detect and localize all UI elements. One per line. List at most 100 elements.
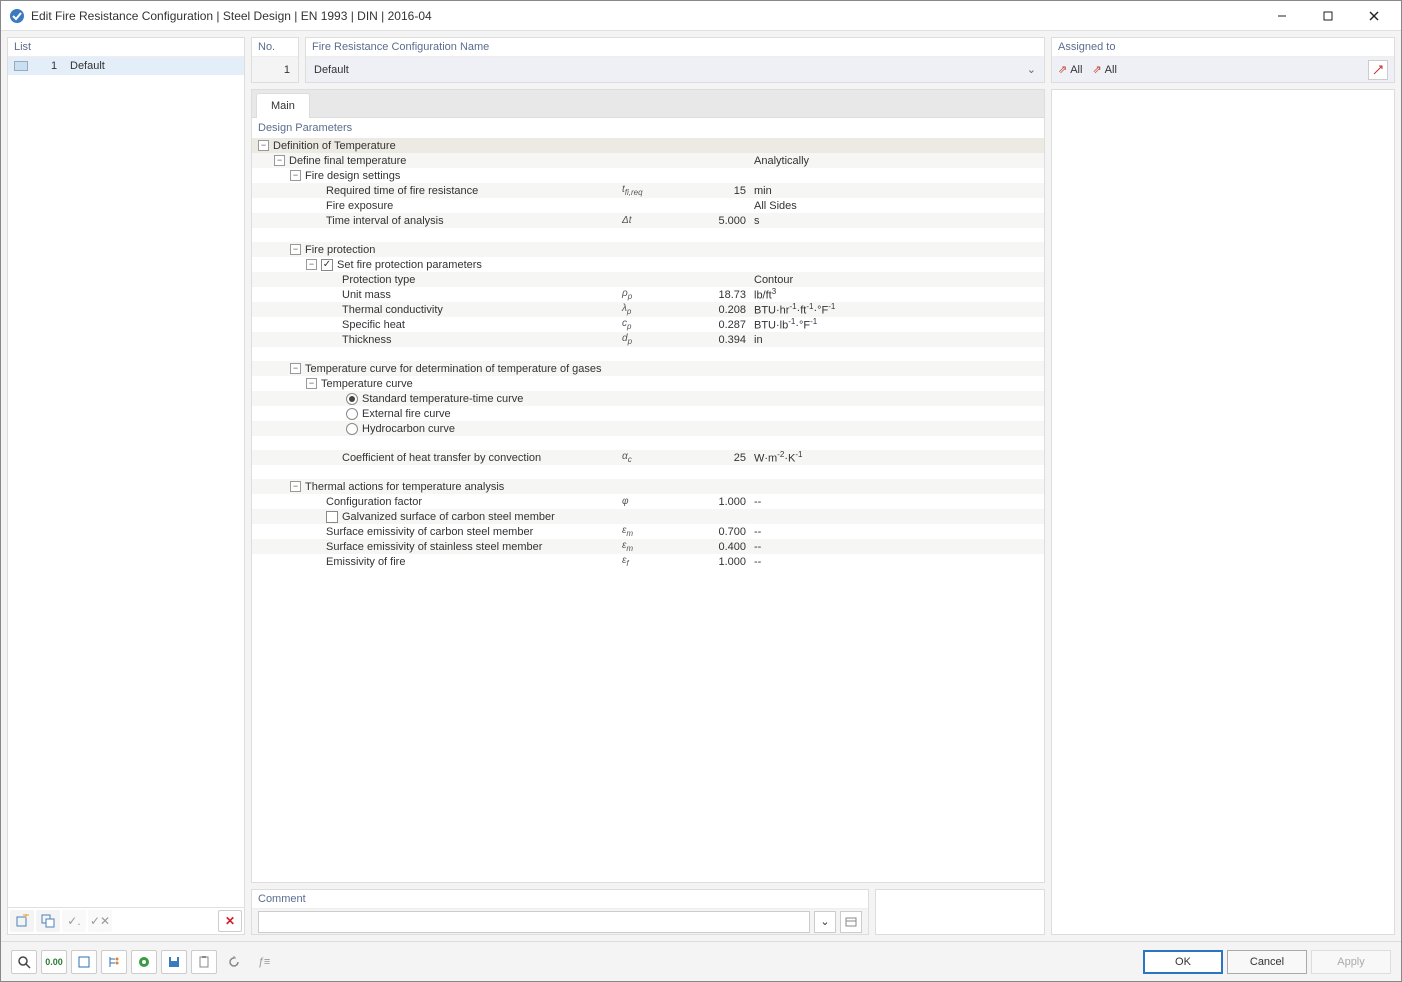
row-thickness[interactable]: Thickness dp 0.394 in [252,332,1044,347]
name-panel: Fire Resistance Configuration Name Defau… [305,37,1045,83]
assigned-members[interactable]: ⇗ All [1058,63,1082,76]
row-curve-hydrocarbon[interactable]: Hydrocarbon curve [252,421,1044,436]
radio-standard-curve[interactable] [346,393,358,405]
spacer [252,228,1044,242]
info-panel [1051,89,1395,935]
set-fire-params-checkbox[interactable]: ✓ [321,259,333,271]
name-value: Default [314,64,349,76]
row-temp-curve: −Temperature curve [252,376,1044,391]
close-button[interactable] [1351,1,1397,31]
assigned-pick-button[interactable] [1368,60,1388,80]
number-panel: No. 1 [251,37,299,83]
row-define-final-temp[interactable]: −Define final temperature Analytically [252,153,1044,168]
comment-panel: Comment ⌄ [251,889,869,935]
delete-button[interactable]: ✕ [218,910,242,932]
exclude-button[interactable]: ✓✕ [88,910,112,932]
collapse-icon[interactable]: − [290,363,301,374]
row-fire-protection: −Fire protection [252,242,1044,257]
row-fire-design-settings: −Fire design settings [252,168,1044,183]
list-item[interactable]: 1 Default [8,57,244,75]
member-icon: ⇗ [1058,63,1067,76]
assigned-header: Assigned to [1052,38,1394,57]
collapse-icon[interactable]: − [258,140,269,151]
preview-panel [875,889,1045,935]
name-header: Fire Resistance Configuration Name [306,38,1044,57]
number-header: No. [252,38,298,57]
maximize-button[interactable] [1305,1,1351,31]
row-thermal-conductivity[interactable]: Thermal conductivity λp 0.208 BTU·hr-1·f… [252,302,1044,317]
fire-exposure-value: All Sides [750,200,797,212]
chevron-down-icon: ⌄ [1027,63,1036,76]
apply-button[interactable]: Apply [1311,950,1391,974]
row-emissivity-carbon[interactable]: Surface emissivity of carbon steel membe… [252,524,1044,539]
row-curve-standard[interactable]: Standard temperature-time curve [252,391,1044,406]
collapse-icon[interactable]: − [290,170,301,181]
include-button[interactable]: ✓. [62,910,86,932]
reset-button[interactable] [221,950,247,974]
row-curve-external[interactable]: External fire curve [252,406,1044,421]
row-thermal-actions: −Thermal actions for temperature analysi… [252,479,1044,494]
assigned-panel: Assigned to ⇗ All ⇗ All [1051,37,1395,83]
set-icon: ⇗ [1092,63,1101,76]
row-coef-heat-transfer[interactable]: Coefficient of heat transfer by convecti… [252,450,1044,465]
galvanized-checkbox[interactable] [326,511,338,523]
ok-button[interactable]: OK [1143,950,1223,974]
number-value[interactable]: 1 [252,57,298,82]
function-button[interactable]: ƒ≡ [251,950,277,974]
final-temp-value: Analytically [750,155,809,167]
collapse-icon[interactable]: − [290,481,301,492]
settings-button[interactable] [131,950,157,974]
row-time-interval[interactable]: Time interval of analysis Δt 5.000 s [252,213,1044,228]
cancel-button[interactable]: Cancel [1227,950,1307,974]
comment-library-button[interactable] [840,911,862,933]
app-icon [9,8,25,24]
row-set-fire-params[interactable]: −✓Set fire protection parameters [252,257,1044,272]
row-config-factor[interactable]: Configuration factor φ 1.000 -- [252,494,1044,509]
spacer [252,347,1044,361]
search-button[interactable] [11,950,37,974]
spacer [252,465,1044,479]
collapse-icon[interactable]: − [306,378,317,389]
protection-type-value: Contour [750,274,793,286]
collapse-icon[interactable]: − [290,244,301,255]
row-emissivity-fire[interactable]: Emissivity of fire εf 1.000 -- [252,554,1044,569]
copy-button[interactable] [36,910,60,932]
row-temp-curve-header: −Temperature curve for determination of … [252,361,1044,376]
list-header: List [8,38,244,57]
collapse-icon[interactable]: − [274,155,285,166]
row-emissivity-stainless[interactable]: Surface emissivity of stainless steel me… [252,539,1044,554]
name-dropdown[interactable]: Default ⌄ [306,57,1044,82]
row-specific-heat[interactable]: Specific heat cp 0.287 BTU·lb-1·°F-1 [252,317,1044,332]
color-swatch [14,61,28,71]
tab-area: Main Design Parameters −Definition of Te… [251,89,1045,883]
clipboard-button[interactable] [191,950,217,974]
assigned-sets[interactable]: ⇗ All [1092,63,1116,76]
save-button[interactable] [161,950,187,974]
minimize-button[interactable] [1259,1,1305,31]
radio-external-curve[interactable] [346,408,358,420]
tree-button[interactable] [101,950,127,974]
comment-input[interactable] [258,911,810,933]
comment-dropdown-button[interactable]: ⌄ [814,911,836,933]
design-parameters-title: Design Parameters [252,118,1044,138]
row-protection-type[interactable]: Protection type Contour [252,272,1044,287]
footer: 0.00 ƒ≡ OK Cancel Apply [1,941,1401,981]
list-item-number: 1 [46,60,62,72]
list-panel: List 1 Default ✓. ✓✕ ✕ [7,37,245,935]
new-button[interactable] [10,910,34,932]
list-item-label: Default [70,60,105,72]
units-button[interactable]: 0.00 [41,950,67,974]
row-fire-exposure[interactable]: Fire exposure All Sides [252,198,1044,213]
row-galvanized[interactable]: Galvanized surface of carbon steel membe… [252,509,1044,524]
row-definition-temperature: −Definition of Temperature [252,138,1044,153]
window-title: Edit Fire Resistance Configuration | Ste… [31,9,1259,23]
comment-header: Comment [252,890,868,909]
collapse-icon[interactable]: − [306,259,317,270]
row-required-time[interactable]: Required time of fire resistance tfi,req… [252,183,1044,198]
tab-main[interactable]: Main [256,93,310,118]
view-button[interactable] [71,950,97,974]
spacer [252,436,1044,450]
row-unit-mass[interactable]: Unit mass ρp 18.73 lb/ft3 [252,287,1044,302]
titlebar: Edit Fire Resistance Configuration | Ste… [1,1,1401,31]
radio-hydrocarbon-curve[interactable] [346,423,358,435]
